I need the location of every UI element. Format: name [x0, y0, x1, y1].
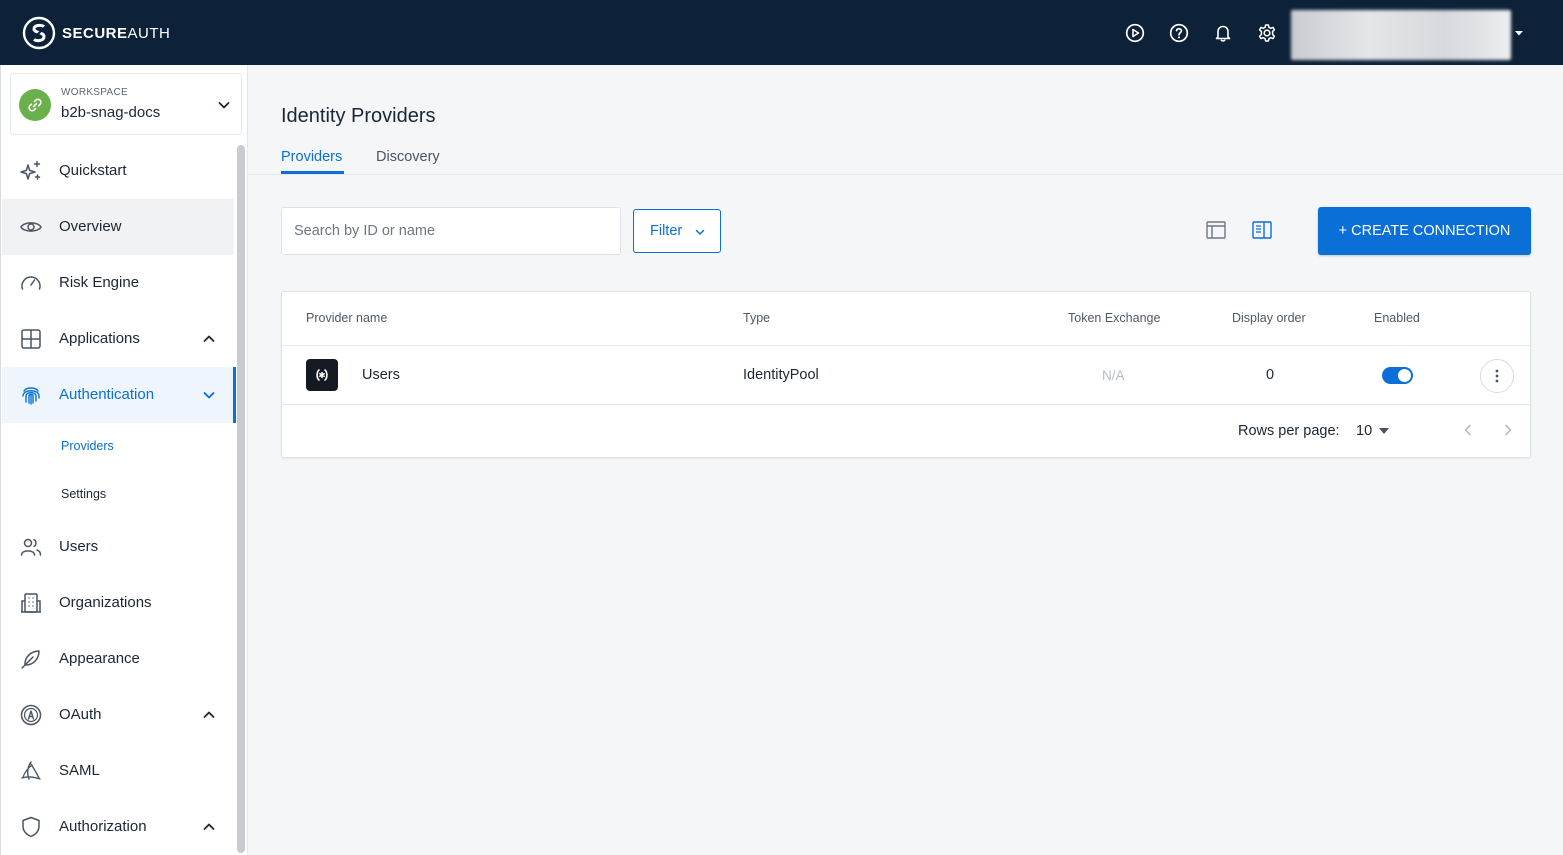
tab-providers[interactable]: Providers: [281, 149, 342, 165]
gauge-icon: [19, 271, 43, 295]
column-header-display-order[interactable]: Display order: [1232, 311, 1306, 325]
token-exchange-cell: N/A: [1102, 368, 1125, 383]
chevron-up-icon: [203, 335, 215, 342]
feather-icon: [19, 647, 43, 671]
caret-down-icon[interactable]: [1514, 28, 1524, 38]
sidebar: WORKSPACE b2b-snag-docs Quickstart Overv…: [0, 65, 248, 855]
workspace-name: b2b-snag-docs: [61, 104, 161, 121]
user-account-menu[interactable]: [1291, 10, 1511, 60]
more-vertical-icon: [1495, 369, 1499, 383]
chevron-down-icon: [695, 229, 705, 235]
sidebar-item-applications[interactable]: Applications: [2, 311, 234, 367]
play-circle-icon[interactable]: [1124, 22, 1146, 44]
tab-discovery[interactable]: Discovery: [376, 149, 440, 165]
chevron-up-icon: [203, 823, 215, 830]
chevron-down-icon: [203, 392, 215, 399]
previous-page-icon[interactable]: [1461, 423, 1475, 437]
column-header-provider-name[interactable]: Provider name: [306, 311, 387, 325]
bell-icon[interactable]: [1212, 22, 1234, 44]
chevron-down-icon: [218, 102, 230, 109]
sidebar-item-label: SAML: [59, 762, 100, 779]
sidebar-subitem-label: Settings: [61, 487, 107, 501]
sidebar-item-label: Quickstart: [59, 162, 127, 179]
top-bar: SECUREAUTH: [0, 0, 1563, 65]
search-input[interactable]: [281, 207, 621, 255]
enabled-toggle[interactable]: [1382, 367, 1413, 384]
sidebar-item-oauth[interactable]: OAuth: [2, 687, 234, 743]
sidebar-item-users[interactable]: Users: [2, 519, 234, 575]
sidebar-item-label: Authorization: [59, 818, 147, 835]
fingerprint-icon: [19, 383, 43, 407]
provider-name-cell[interactable]: Users: [362, 367, 400, 383]
workspace-label: WORKSPACE: [61, 87, 128, 98]
sidebar-item-label: Risk Engine: [59, 274, 140, 291]
sidebar-item-authentication[interactable]: Authentication: [2, 367, 236, 423]
rows-per-page-label: Rows per page:: [1238, 423, 1340, 439]
building-icon: [19, 591, 43, 615]
split-view-icon[interactable]: [1251, 219, 1273, 241]
shield-icon: [19, 815, 43, 839]
brand-name: SECUREAUTH: [62, 24, 171, 42]
sidebar-item-organizations[interactable]: Organizations: [2, 575, 234, 631]
sidebar-item-overview[interactable]: Overview: [2, 199, 234, 255]
secureauth-logo-icon: [22, 16, 56, 50]
identity-pool-icon: [306, 359, 338, 391]
sidebar-subitem-settings[interactable]: Settings: [2, 471, 234, 519]
users-icon: [19, 535, 43, 559]
row-actions-button[interactable]: [1480, 359, 1514, 393]
saml-icon: [19, 759, 43, 783]
sidebar-subitem-providers[interactable]: Providers: [2, 423, 234, 471]
filter-button[interactable]: Filter: [633, 209, 721, 253]
sidebar-item-label: Appearance: [59, 650, 140, 667]
help-circle-icon[interactable]: [1168, 22, 1190, 44]
column-header-enabled[interactable]: Enabled: [1374, 311, 1420, 325]
sidebar-nav: Quickstart Overview Risk Engine Applicat…: [2, 143, 236, 855]
workspace-selector[interactable]: WORKSPACE b2b-snag-docs: [10, 73, 242, 135]
sidebar-item-label: Organizations: [59, 594, 152, 611]
rows-per-page-select[interactable]: 10: [1356, 420, 1396, 442]
gear-icon[interactable]: [1256, 22, 1278, 44]
table-row[interactable]: Users IdentityPool N/A 0: [282, 345, 1530, 405]
column-header-type[interactable]: Type: [743, 311, 770, 325]
display-order-cell: 0: [1266, 367, 1275, 383]
providers-table: Provider name Type Token Exchange Displa…: [281, 291, 1531, 458]
create-connection-button[interactable]: + CREATE CONNECTION: [1318, 207, 1531, 255]
layout-view-icon[interactable]: [1205, 219, 1227, 241]
link-icon: [28, 98, 42, 112]
sidebar-item-label: Overview: [59, 218, 122, 235]
column-header-token-exchange[interactable]: Token Exchange: [1068, 311, 1160, 325]
eye-icon: [19, 215, 43, 239]
page-title: Identity Providers: [281, 105, 436, 127]
chevron-up-icon: [203, 711, 215, 718]
sidebar-item-label: OAuth: [59, 706, 102, 723]
sidebar-item-quickstart[interactable]: Quickstart: [2, 143, 234, 199]
tabs-divider: [248, 174, 1563, 175]
sidebar-item-saml[interactable]: SAML: [2, 743, 234, 799]
sidebar-item-authorization[interactable]: Authorization: [2, 799, 234, 855]
caret-down-icon: [1379, 428, 1389, 434]
workspace-avatar: [19, 89, 51, 121]
sidebar-item-appearance[interactable]: Appearance: [2, 631, 234, 687]
grid-icon: [19, 327, 43, 351]
sparkles-icon: [19, 159, 43, 183]
logo[interactable]: SECUREAUTH: [22, 16, 170, 50]
sidebar-subitem-label: Providers: [61, 439, 114, 453]
provider-type-cell: IdentityPool: [743, 367, 819, 383]
sidebar-scrollbar[interactable]: [237, 145, 245, 853]
sidebar-item-label: Applications: [59, 330, 140, 347]
oauth-icon: [19, 703, 43, 727]
rows-per-page-value: 10: [1356, 423, 1373, 439]
next-page-icon[interactable]: [1501, 423, 1515, 437]
filter-button-label: Filter: [650, 223, 683, 239]
sidebar-item-label: Authentication: [59, 386, 155, 403]
sidebar-item-label: Users: [59, 538, 99, 555]
sidebar-item-risk-engine[interactable]: Risk Engine: [2, 255, 234, 311]
